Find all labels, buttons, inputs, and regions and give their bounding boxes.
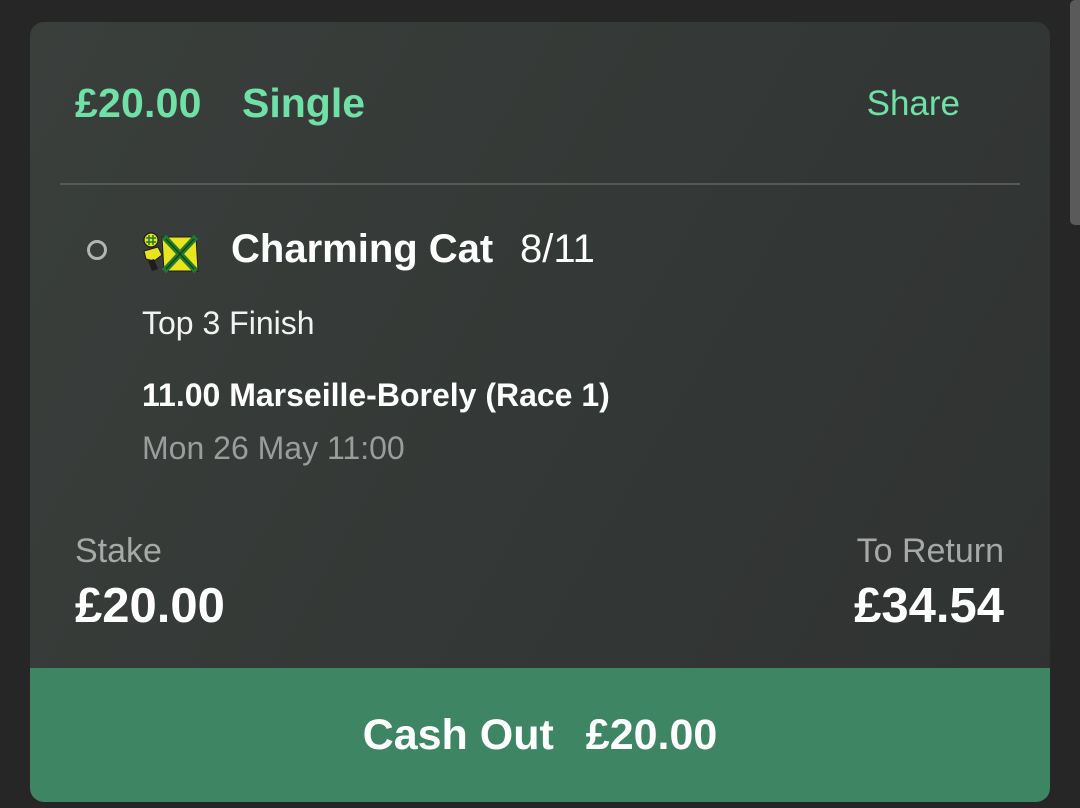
bet-stake-title: £20.00: [75, 80, 202, 126]
cash-out-amount: £20.00: [585, 710, 718, 759]
event-name: 11.00 Marseille-Borely (Race 1): [142, 377, 610, 413]
cash-out-button[interactable]: Cash Out £20.00: [30, 668, 1050, 802]
runner-name: Charming Cat: [231, 227, 494, 271]
bet-card: £20.00 Single Share Charming Cat 8/11 To…: [30, 22, 1050, 802]
share-button[interactable]: Share: [867, 84, 960, 124]
odds: 8/11: [520, 227, 595, 271]
cash-out-label: Cash Out: [362, 710, 554, 759]
open-circle-icon: [87, 240, 107, 260]
scrollbar[interactable]: [1070, 0, 1080, 225]
stake-label: Stake: [75, 532, 162, 570]
stake-value: £20.00: [75, 579, 225, 633]
return-label: To Return: [856, 532, 1004, 570]
event-time: Mon 26 May 11:00: [142, 430, 405, 466]
divider: [60, 183, 1020, 185]
return-value: £34.54: [854, 579, 1004, 633]
jockey-silks-icon: [143, 232, 199, 274]
bet-header: £20.00 Single Share: [30, 22, 1050, 184]
bet-type: Single: [242, 80, 366, 126]
market-name: Top 3 Finish: [142, 305, 315, 341]
